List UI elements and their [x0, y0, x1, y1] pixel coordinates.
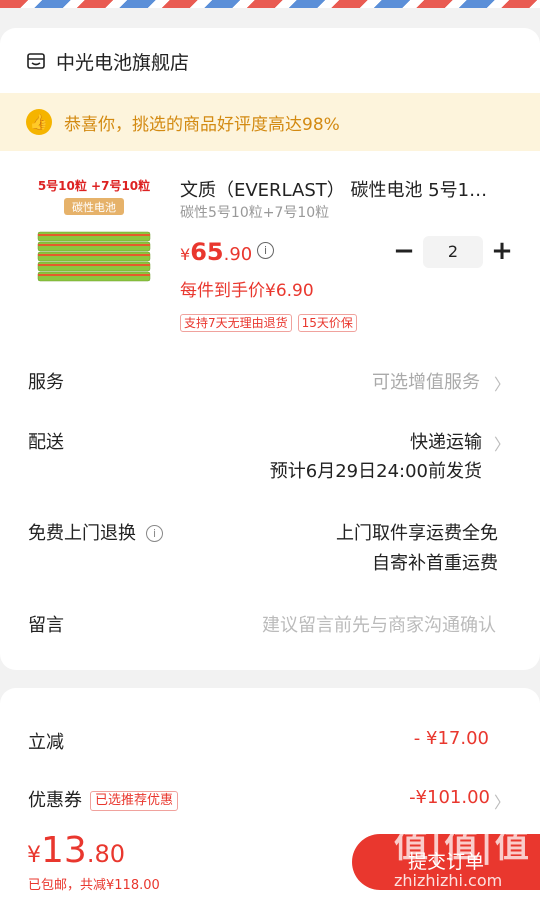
- price-info-icon[interactable]: i: [257, 242, 274, 259]
- product-image[interactable]: 5号10粒 +7号10粒 碳性电池: [30, 176, 158, 294]
- price-decimal: .90: [223, 244, 253, 265]
- total-integer: 13: [41, 830, 87, 871]
- thumbs-up-icon: 👍: [26, 109, 52, 135]
- product-title[interactable]: 文质（EVERLAST） 碳性电池 5号1…: [180, 176, 487, 202]
- note-input[interactable]: 建议留言前先与商家沟通确认: [262, 611, 496, 637]
- instant-discount-value: - ¥17.00: [413, 728, 489, 749]
- total-decimal: .80: [86, 840, 125, 868]
- banner-text: 恭喜你，挑选的商品好评度高达98%: [64, 114, 340, 135]
- chevron-right-icon[interactable]: 〉: [494, 431, 510, 455]
- total-symbol: ¥: [27, 843, 41, 868]
- shop-name: 中光电池旗舰店: [56, 51, 190, 74]
- chevron-right-icon[interactable]: 〉: [494, 789, 510, 813]
- coupon-tag: 已选推荐优惠: [90, 791, 179, 811]
- watermark-logo: 值|值|值: [394, 826, 531, 866]
- chevron-right-icon[interactable]: 〉: [494, 371, 510, 395]
- service-label: 服务: [28, 372, 64, 393]
- coupon-label-row[interactable]: 优惠券 已选推荐优惠: [28, 786, 179, 812]
- order-card: 中光电池旗舰店 👍 恭喜你，挑选的商品好评度高达98% 5号10粒 +7号10粒…: [0, 28, 540, 670]
- shop-header[interactable]: 中光电池旗舰店: [26, 46, 189, 76]
- delivery-eta: 预计6月29日24:00前发货: [269, 461, 482, 482]
- info-icon[interactable]: i: [146, 525, 163, 542]
- free-return-label: 免费上门退换 i: [28, 519, 163, 545]
- delivery-value[interactable]: 快递运输: [410, 428, 482, 454]
- per-item-price: 每件到手价¥6.90: [180, 281, 314, 301]
- rating-banner: 👍 恭喜你，挑选的商品好评度高达98%: [0, 93, 540, 151]
- watermark-url: zhizhizhi.com: [394, 871, 503, 890]
- product-image-badge: 碳性电池: [72, 200, 116, 214]
- price-symbol: ¥: [180, 245, 191, 264]
- coupon-value[interactable]: -¥101.00: [409, 787, 490, 808]
- product-tags: 支持7天无理由退货 15天价保: [180, 314, 357, 332]
- coupon-label: 优惠券: [28, 790, 82, 811]
- return-value-self-send: 自寄补首重运费: [372, 553, 498, 574]
- quantity-field[interactable]: 2: [423, 236, 483, 268]
- price-protect-tag: 15天价保: [297, 314, 357, 332]
- product-price: ¥65.90: [180, 238, 252, 266]
- note-label: 留言: [28, 615, 64, 636]
- total-price: ¥13.80: [27, 830, 125, 871]
- quantity-increase-button[interactable]: +: [490, 238, 514, 264]
- free-return-text: 免费上门退换: [28, 523, 136, 544]
- service-value[interactable]: 可选增值服务: [372, 368, 480, 394]
- return-value-pickup: 上门取件享运费全免: [336, 523, 498, 544]
- product-spec[interactable]: 碳性5号10粒+7号10粒: [180, 202, 329, 222]
- delivery-label: 配送: [28, 432, 64, 453]
- airmail-stripe: [0, 0, 540, 8]
- return-policy-tag: 支持7天无理由退货: [180, 314, 292, 332]
- quantity-decrease-button[interactable]: −: [392, 238, 416, 264]
- price-integer: 65: [190, 238, 224, 266]
- product-image-caption: 5号10粒 +7号10粒: [38, 178, 150, 193]
- instant-discount-label: 立减: [28, 732, 64, 753]
- shop-icon: [27, 53, 45, 69]
- sub-total-note: 已包邮，共减¥118.00: [28, 878, 160, 893]
